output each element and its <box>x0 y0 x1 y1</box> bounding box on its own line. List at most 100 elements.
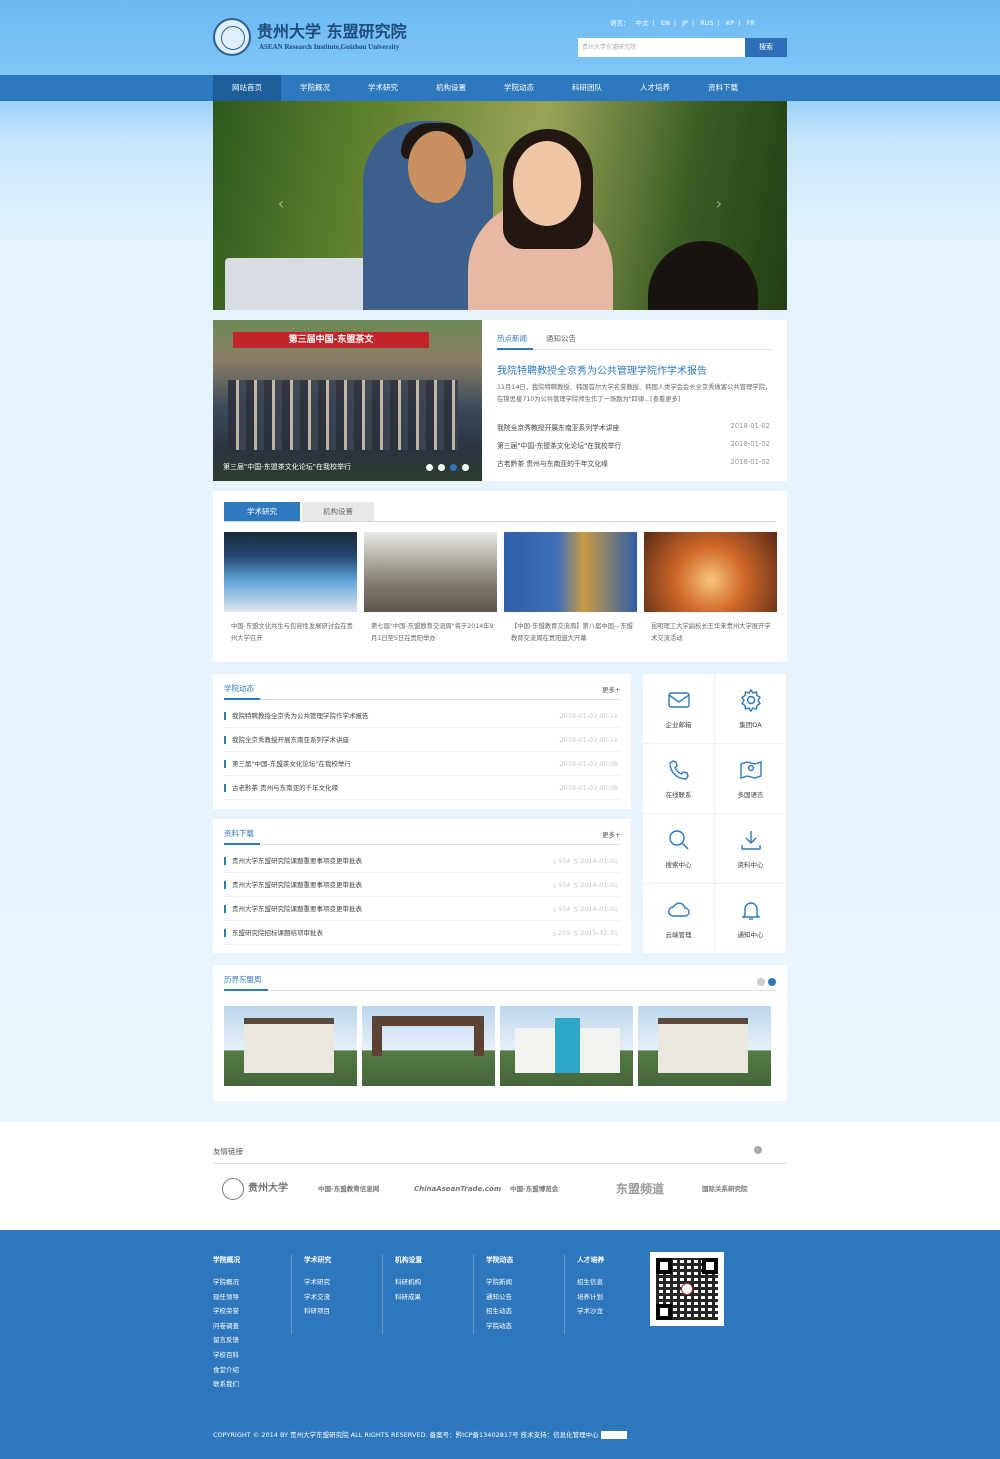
research-caption[interactable]: 第七届"中国-东盟教育交流周"将于2014年9月1日至5日在贵阳举办 <box>371 621 496 645</box>
footer-heading[interactable]: 学院动态 <box>486 1254 513 1264</box>
link-logo-channel[interactable]: 东盟频道 <box>616 1176 664 1202</box>
site-logo[interactable]: 贵州大学 东盟研究院 ASEAN Research Institute,Guiz… <box>213 16 433 58</box>
footer-link[interactable]: 招生信息 <box>577 1276 603 1286</box>
research-image[interactable] <box>224 532 357 612</box>
lang-en[interactable]: EN <box>661 19 670 27</box>
list-item-title[interactable]: 我院全京秀教授开展东南亚系列学术讲座 <box>232 736 349 744</box>
lang-rus[interactable]: RUS <box>700 19 713 27</box>
research-caption[interactable]: 【中国-东盟教育交流周】第八届中国—东盟教育交流周在贵阳盛大开幕 <box>511 621 636 645</box>
news-item[interactable]: 古老黔茶 贵州与东南亚的千年文化缘 2018-01-02 <box>497 458 772 470</box>
footer-link[interactable]: 学院动态 <box>486 1320 512 1330</box>
nav-home[interactable]: 网站首页 <box>213 75 281 101</box>
nav-research[interactable]: 学术研究 <box>349 75 417 101</box>
list-item-title[interactable]: 古老黔茶 贵州与东南亚的千年文化缘 <box>232 784 338 792</box>
news-item[interactable]: 第三届"中国-东盟茶文化论坛"在我校举行 2018-01-02 <box>497 440 772 452</box>
list-item[interactable]: 我院全京秀教授开展东南亚系列学术讲座 2018-01-02 00:11 <box>224 728 620 752</box>
list-item-title[interactable]: 贵州大学东盟研究院课题重要事项变更审批表 <box>232 881 362 889</box>
list-item[interactable]: 东盟研究院招标课题结项审批表 ⤓ 205 ◷ 2015-12-31 <box>224 921 620 945</box>
footer-link[interactable]: 学校荣誉 <box>213 1305 239 1315</box>
footer-link[interactable]: 联系我们 <box>213 1378 239 1388</box>
news-slideshow[interactable]: 第三届中国-东盟茶文 第三届"中国-东盟茶文化论坛"在我校举行 <box>213 320 482 481</box>
tab-organization[interactable]: 机构设置 <box>302 502 374 521</box>
nav-talent[interactable]: 人才培养 <box>621 75 689 101</box>
footer-heading[interactable]: 机构设置 <box>395 1254 422 1264</box>
tile-search[interactable]: 搜索中心 <box>643 814 714 883</box>
news-item-title[interactable]: 古老黔茶 贵州与东南亚的千年文化缘 <box>497 460 608 468</box>
hero-banner[interactable]: ‹ › <box>213 101 787 310</box>
tile-oa[interactable]: 集团OA <box>715 674 786 743</box>
footer-heading[interactable]: 学院概况 <box>213 1254 240 1264</box>
footer-link[interactable]: 留言反馈 <box>213 1334 239 1344</box>
footer-link[interactable]: 学术研究 <box>304 1276 330 1286</box>
footer-link[interactable]: 科研项目 <box>304 1305 330 1315</box>
research-caption[interactable]: 昆明理工大学副校长王华来贵州大学展开学术交流活动 <box>651 621 776 645</box>
downloads-title[interactable]: 资料下载 <box>224 828 254 839</box>
chevron-left-icon[interactable]: ‹ <box>271 189 291 219</box>
campus-image[interactable] <box>500 1006 633 1086</box>
list-item[interactable]: 第三届"中国-东盟茶文化论坛"在我校举行 2018-01-02 00:08 <box>224 752 620 776</box>
dynamics-more-link[interactable]: 更多+ <box>602 684 620 694</box>
carousel-dot-active[interactable] <box>768 978 776 986</box>
list-item[interactable]: 贵州大学东盟研究院课题重要事项变更审批表 ⤓ 554 ◷ 2018-01-01 <box>224 897 620 921</box>
footer-link[interactable]: 学院新闻 <box>486 1276 512 1286</box>
asean-week-title[interactable]: 历界东盟周 <box>224 974 262 985</box>
footer-link[interactable]: 学院概况 <box>213 1276 239 1286</box>
search-button[interactable]: 搜索 <box>745 38 787 57</box>
nav-organization[interactable]: 机构设置 <box>417 75 485 101</box>
lang-jp[interactable]: JP <box>682 19 688 27</box>
link-logo-trade[interactable]: ChinaAseanTrade.com <box>414 1176 501 1202</box>
tab-notices[interactable]: 通知公告 <box>546 333 576 344</box>
carousel-dot[interactable] <box>757 978 765 986</box>
tile-cloud[interactable]: 云端管理 <box>643 884 714 953</box>
tile-data-center[interactable]: 资料中心 <box>715 814 786 883</box>
lang-zh[interactable]: 中文 <box>636 19 649 27</box>
slide-dot[interactable] <box>426 464 433 471</box>
lang-fr[interactable]: FR <box>746 19 754 27</box>
footer-heading[interactable]: 学术研究 <box>304 1254 331 1264</box>
nav-downloads[interactable]: 资料下载 <box>689 75 757 101</box>
footer-link[interactable]: 培养计划 <box>577 1291 603 1301</box>
list-item[interactable]: 贵州大学东盟研究院课题重要事项变更审批表 ⤓ 554 ◷ 2018-01-01 <box>224 849 620 873</box>
campus-image[interactable] <box>362 1006 495 1086</box>
nav-dynamics[interactable]: 学院动态 <box>485 75 553 101</box>
tab-research[interactable]: 学术研究 <box>224 502 300 521</box>
chevron-right-icon[interactable]: › <box>709 189 729 219</box>
footer-link[interactable]: 学术交流 <box>304 1291 330 1301</box>
footer-link[interactable]: 食堂介绍 <box>213 1364 239 1374</box>
list-item-title[interactable]: 东盟研究院招标课题结项审批表 <box>232 929 323 937</box>
research-image[interactable] <box>364 532 497 612</box>
campus-image[interactable] <box>638 1006 771 1086</box>
nav-team[interactable]: 科研团队 <box>553 75 621 101</box>
footer-link[interactable]: 科研机构 <box>395 1276 421 1286</box>
link-logo-expo[interactable]: 中国-东盟博览会 <box>510 1176 558 1202</box>
footer-link[interactable]: 学校百科 <box>213 1349 239 1359</box>
list-item[interactable]: 贵州大学东盟研究院课题重要事项变更审批表 ⤓ 554 ◷ 2018-01-01 <box>224 873 620 897</box>
footer-link[interactable]: 现任领导 <box>213 1291 239 1301</box>
list-item-title[interactable]: 我院特聘教授全京秀为公共管理学院作学术报告 <box>232 712 369 720</box>
campus-image[interactable] <box>224 1006 357 1086</box>
news-item-title[interactable]: 我院全京秀教授开展东南亚系列学术讲座 <box>497 424 619 432</box>
footer-heading[interactable]: 人才培养 <box>577 1254 604 1264</box>
link-logo-ir[interactable]: 国际关系研究院 <box>702 1176 748 1202</box>
tile-contact[interactable]: 在线联系 <box>643 744 714 813</box>
search-input[interactable]: 贵州大学东盟研究院 <box>578 38 745 57</box>
dynamics-title[interactable]: 学院动态 <box>224 683 254 694</box>
nav-about[interactable]: 学院概况 <box>281 75 349 101</box>
list-item-title[interactable]: 贵州大学东盟研究院课题重要事项变更审批表 <box>232 857 362 865</box>
headline-link[interactable]: 我院特聘教授全京秀为公共管理学院作学术报告 <box>497 362 707 377</box>
tab-hot-news[interactable]: 热点新闻 <box>497 333 527 344</box>
link-logo-gzu[interactable]: 贵州大学 <box>222 1176 288 1202</box>
research-image[interactable] <box>504 532 637 612</box>
news-item-title[interactable]: 第三届"中国-东盟茶文化论坛"在我校举行 <box>497 442 621 450</box>
tile-notifications[interactable]: 通知中心 <box>715 884 786 953</box>
cnzz-badge-icon[interactable] <box>600 1431 627 1439</box>
carousel-dot[interactable] <box>754 1146 762 1154</box>
list-item[interactable]: 我院特聘教授全京秀为公共管理学院作学术报告 2018-01-02 00:11 <box>224 704 620 728</box>
footer-link[interactable]: 学术沙龙 <box>577 1305 603 1315</box>
footer-link[interactable]: 招生动态 <box>486 1305 512 1315</box>
news-item[interactable]: 我院全京秀教授开展东南亚系列学术讲座 2018-01-02 <box>497 422 772 434</box>
footer-link[interactable]: 科研成果 <box>395 1291 421 1301</box>
slide-dot-active[interactable] <box>450 464 457 471</box>
slide-dot[interactable] <box>462 464 469 471</box>
footer-link[interactable]: 通知公告 <box>486 1291 512 1301</box>
